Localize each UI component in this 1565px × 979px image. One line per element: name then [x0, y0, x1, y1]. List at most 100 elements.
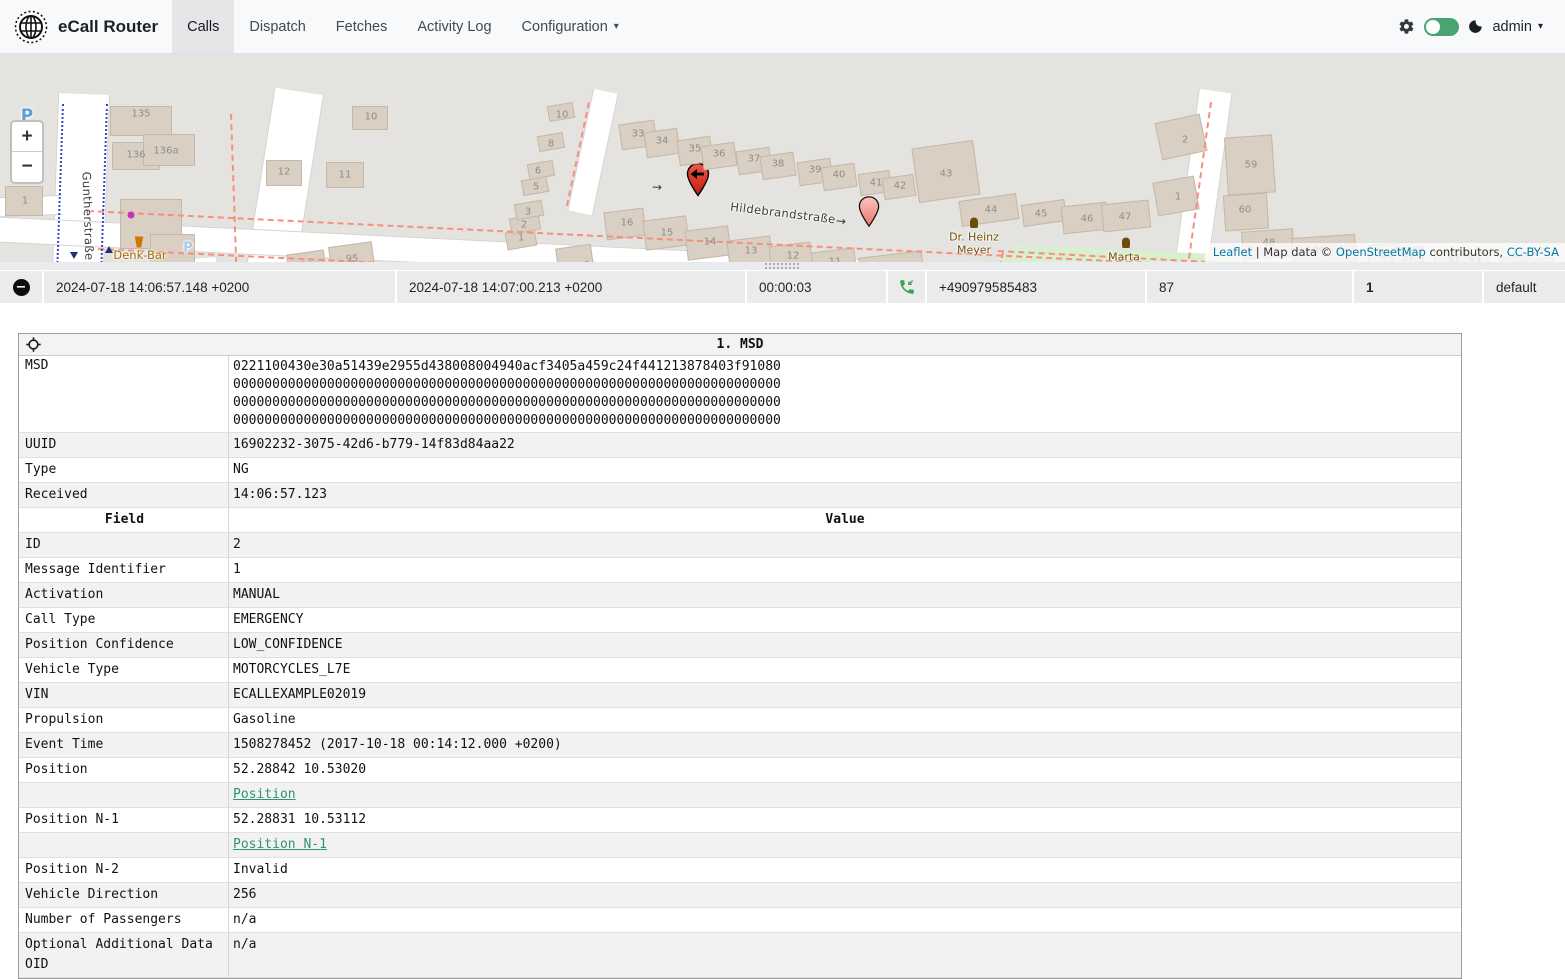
- table-row-position-confidence: Position ConfidenceLOW_CONFIDENCE: [19, 633, 1461, 658]
- nav-item-configuration[interactable]: Configuration▾: [507, 0, 634, 53]
- table-row-msd: MSD0221100430e30a51439e2955d438008004940…: [19, 356, 1461, 433]
- oecon-logo-globe-icon: [14, 10, 48, 44]
- attribution-text2: contributors,: [1426, 245, 1507, 259]
- field-value: n/a: [229, 933, 1461, 977]
- map-attribution: Leaflet | Map data © OpenStreetMap contr…: [1205, 243, 1565, 262]
- field-value: EMERGENCY: [229, 608, 1461, 632]
- oneway-arrow-up-icon: [105, 246, 113, 253]
- table-row-position: Position: [19, 783, 1461, 808]
- house-number: 1: [1175, 192, 1181, 203]
- house-number: 37: [748, 154, 761, 165]
- house-number: 10: [556, 110, 569, 121]
- nav-item-calls[interactable]: Calls: [172, 0, 234, 53]
- field-label: UUID: [19, 433, 229, 457]
- house-number: 11: [339, 170, 352, 181]
- user-menu[interactable]: admin ▾: [1492, 19, 1543, 35]
- moon-icon: [1468, 19, 1483, 34]
- zoom-in-button[interactable]: +: [12, 122, 42, 152]
- field-value: 52.28831 10.53112: [229, 808, 1461, 832]
- poi-label: Marta: [1108, 251, 1140, 263]
- field-label: [19, 833, 229, 857]
- pane-resizer[interactable]: [0, 262, 1565, 270]
- house-number: 46: [1081, 214, 1094, 225]
- nav-item-fetches[interactable]: Fetches: [321, 0, 403, 53]
- monument-icon: [1122, 238, 1130, 247]
- toggle-knob: [1426, 20, 1440, 34]
- dark-mode-toggle[interactable]: [1424, 18, 1459, 36]
- house-number: 47: [1119, 212, 1132, 223]
- nav-item-activity-log[interactable]: Activity Log: [402, 0, 506, 53]
- field-value: Position N-1: [229, 833, 1461, 857]
- zoom-out-button[interactable]: −: [12, 152, 42, 182]
- collapse-call-button[interactable]: −: [13, 279, 30, 296]
- call-end-time: 2024-07-18 14:07:00.213 +0200: [395, 271, 745, 303]
- brand-wrap: eCall Router: [0, 0, 172, 53]
- field-value: MANUAL: [229, 583, 1461, 607]
- table-row-id: ID2: [19, 533, 1461, 558]
- resize-grip-icon: [765, 263, 801, 269]
- previous-position-marker[interactable]: [858, 195, 880, 232]
- field-value: Gasoline: [229, 708, 1461, 732]
- table-row-message-identifier: Message Identifier1: [19, 558, 1461, 583]
- value-column-header: Value: [229, 508, 1461, 532]
- field-value: Position: [229, 783, 1461, 807]
- table-row-optional-additional-data-oid: Optional Additional Data OIDn/a: [19, 933, 1461, 978]
- house-number: 2: [521, 220, 527, 231]
- position-link[interactable]: Position N-1: [233, 837, 327, 852]
- field-label: Position N-2: [19, 858, 229, 882]
- house-number: 39: [809, 165, 822, 176]
- poi-label: Dr. Heinz: [949, 231, 999, 244]
- table-row-call-type: Call TypeEMERGENCY: [19, 608, 1461, 633]
- field-label: [19, 783, 229, 807]
- openstreetmap-link[interactable]: OpenStreetMap: [1336, 245, 1426, 259]
- house-number: 3: [525, 207, 531, 218]
- map[interactable]: + − Leaflet | Map data © OpenStreetMap c…: [0, 54, 1565, 262]
- call-row[interactable]: − 2024-07-18 14:06:57.148 +0200 2024-07-…: [0, 270, 1565, 303]
- app-title: eCall Router: [58, 17, 158, 37]
- field-label: Activation: [19, 583, 229, 607]
- oneway-arrow-icon: →: [835, 213, 847, 228]
- field-label: Position N-1: [19, 808, 229, 832]
- table-row-position-n-1: Position N-152.28831 10.53112: [19, 808, 1461, 833]
- house-number: 10: [365, 112, 378, 123]
- main-nav: CallsDispatchFetchesActivity LogConfigur…: [172, 0, 634, 53]
- locate-target-icon[interactable]: [26, 337, 41, 352]
- house-number: 6: [535, 166, 541, 177]
- oneway-arrow-down-icon: [70, 252, 78, 259]
- msd-info-body: MSD0221100430e30a51439e2955d438008004940…: [19, 356, 1461, 508]
- field-value: 2: [229, 533, 1461, 557]
- table-row-vin: VINECALLEXAMPLE02019: [19, 683, 1461, 708]
- bar-cup-icon: [134, 237, 144, 248]
- position-link[interactable]: Position: [233, 787, 296, 802]
- field-label: Received: [19, 483, 229, 507]
- leaflet-link[interactable]: Leaflet: [1213, 245, 1252, 259]
- house-number: 95: [346, 254, 359, 263]
- house-number: 36: [713, 149, 726, 160]
- house-number: 5: [533, 182, 539, 193]
- field-value: n/a: [229, 908, 1461, 932]
- road-top-center: [567, 89, 618, 216]
- map-zoom-control: + −: [10, 120, 44, 184]
- field-value: LOW_CONFIDENCE: [229, 633, 1461, 657]
- msd-panel: 1. MSD MSD0221100430e30a51439e2955d43800…: [18, 333, 1462, 979]
- license-link[interactable]: CC-BY-SA: [1507, 245, 1559, 259]
- msd-panel-header: 1. MSD: [19, 334, 1461, 356]
- nav-item-dispatch[interactable]: Dispatch: [234, 0, 320, 53]
- house-number: 15: [661, 228, 674, 239]
- caller-id: +490979585483: [925, 271, 1145, 303]
- call-start-time: 2024-07-18 14:06:57.148 +0200: [42, 271, 395, 303]
- field-label: Event Time: [19, 733, 229, 757]
- street-label: Hildebrandstraße: [730, 200, 837, 227]
- house-number: 12: [787, 251, 800, 262]
- house-number: 45: [1035, 209, 1048, 220]
- house-number: 8: [548, 139, 554, 150]
- field-value: Invalid: [229, 858, 1461, 882]
- settings-gear-icon[interactable]: [1398, 18, 1415, 35]
- field-value: ECALLEXAMPLE02019: [229, 683, 1461, 707]
- field-label: Position Confidence: [19, 633, 229, 657]
- house-number: 12: [278, 167, 291, 178]
- house-number: 136: [126, 150, 145, 161]
- msd-count: 1: [1352, 271, 1482, 303]
- navbar: eCall Router CallsDispatchFetchesActivit…: [0, 0, 1565, 54]
- chevron-down-icon: ▾: [614, 21, 619, 32]
